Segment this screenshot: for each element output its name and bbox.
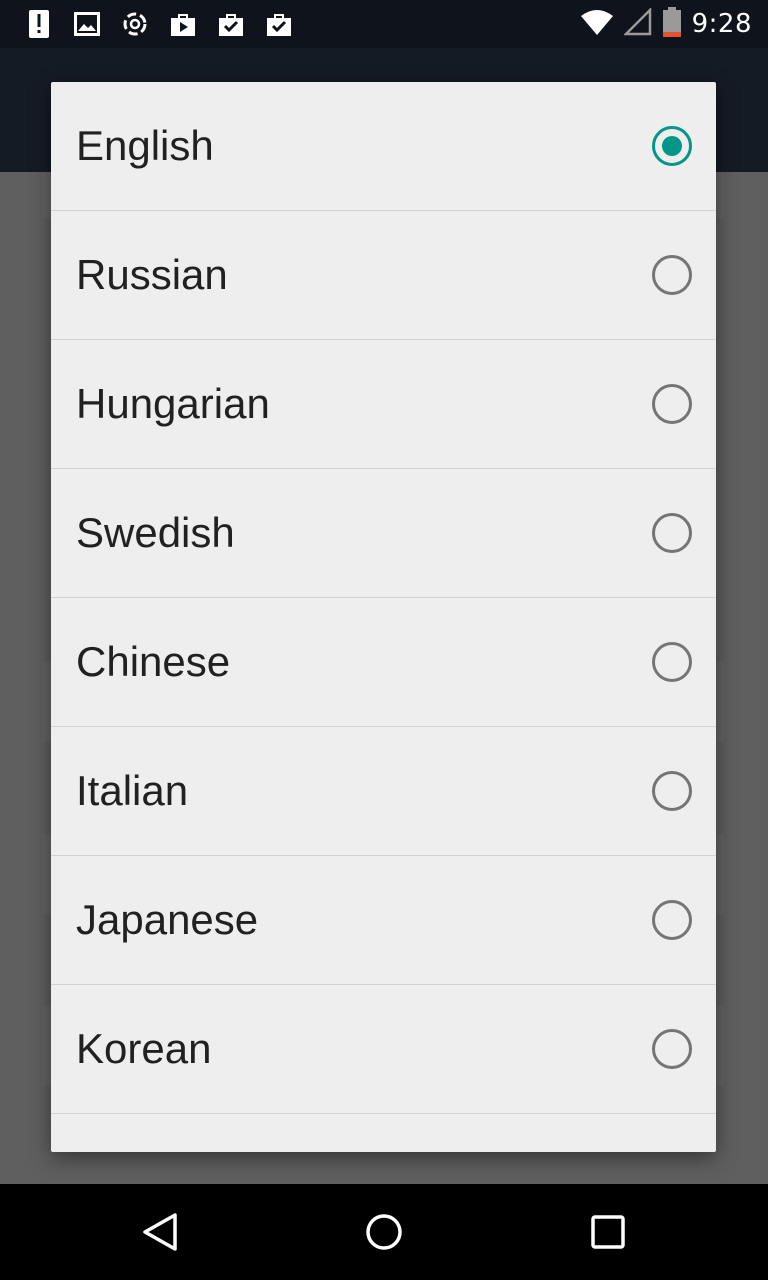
radio-checked-icon[interactable] xyxy=(652,126,692,166)
radio-unchecked-icon[interactable] xyxy=(652,513,692,553)
shopping-bag-check-icon xyxy=(214,8,248,40)
shopping-bag-check-icon xyxy=(262,8,296,40)
play-store-icon xyxy=(166,8,200,40)
language-option-hungarian[interactable]: Hungarian xyxy=(51,340,716,469)
alert-icon xyxy=(22,8,56,40)
radio-unchecked-icon[interactable] xyxy=(652,1029,692,1069)
home-icon[interactable] xyxy=(364,1212,404,1252)
language-option-label: Russian xyxy=(76,251,228,298)
language-dialog: English Russian Hungarian Swedish Chinese Ita… xyxy=(51,82,716,1152)
language-option-label: Chinese xyxy=(76,638,231,685)
radio-unchecked-icon[interactable] xyxy=(652,900,692,940)
clock: 9:28 xyxy=(691,9,752,39)
language-option-swedish[interactable]: Swedish xyxy=(51,469,716,598)
signal-icon xyxy=(622,6,652,40)
language-option-label: Hungarian xyxy=(76,380,270,427)
language-option-label: Korean xyxy=(76,1025,212,1072)
language-option-label: Italian xyxy=(76,767,189,814)
sync-icon xyxy=(118,8,152,40)
language-option-russian[interactable]: Russian xyxy=(51,211,716,340)
language-option-italian[interactable]: Italian xyxy=(51,727,716,856)
radio-unchecked-icon[interactable] xyxy=(652,771,692,811)
language-option-english[interactable]: English xyxy=(51,82,716,211)
language-option-chinese[interactable]: Chinese xyxy=(51,598,716,727)
recents-icon[interactable] xyxy=(588,1212,628,1252)
language-option-korean[interactable]: Korean xyxy=(51,985,716,1114)
language-option-label: English xyxy=(76,122,214,169)
battery-icon xyxy=(662,7,682,41)
language-option-label: Swedish xyxy=(76,509,235,556)
language-option-japanese[interactable]: Japanese xyxy=(51,856,716,985)
back-icon[interactable] xyxy=(140,1212,180,1252)
wifi-icon xyxy=(580,8,614,40)
radio-unchecked-icon[interactable] xyxy=(652,384,692,424)
navigation-bar xyxy=(0,1184,768,1280)
image-icon xyxy=(70,8,104,40)
status-bar: 9:28 xyxy=(0,0,768,48)
system-icons: 9:28 xyxy=(580,6,752,41)
radio-unchecked-icon[interactable] xyxy=(652,642,692,682)
language-option-label: Japanese xyxy=(76,896,259,943)
notification-icons xyxy=(22,8,296,40)
radio-unchecked-icon[interactable] xyxy=(652,255,692,295)
language-options-list: English Russian Hungarian Swedish Chinese Ita… xyxy=(51,82,716,1114)
